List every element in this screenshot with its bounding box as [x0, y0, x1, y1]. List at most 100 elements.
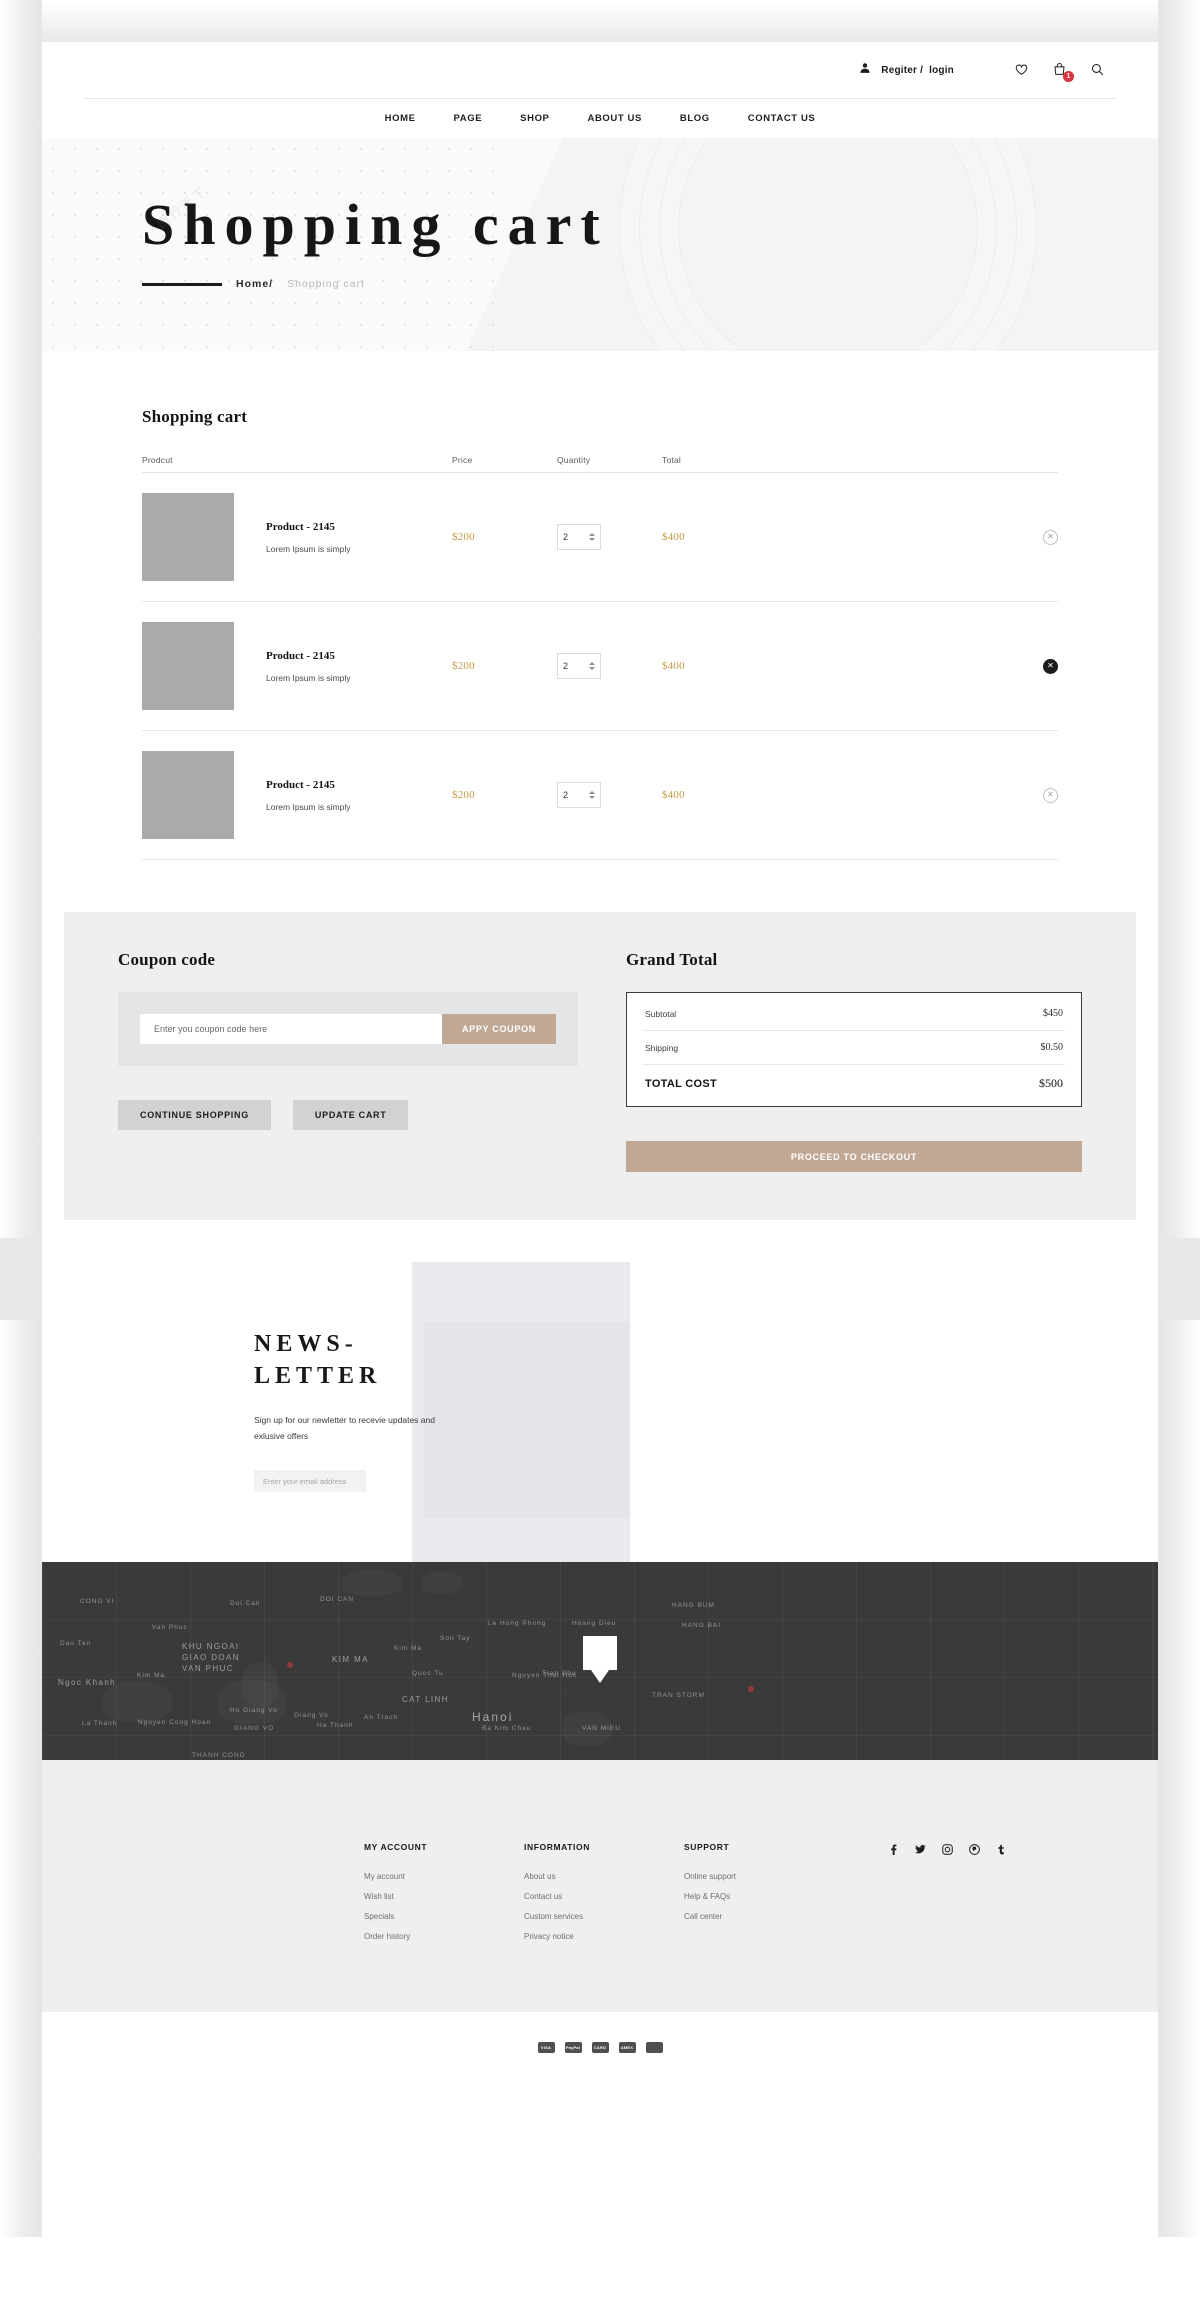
product-total: $400	[662, 531, 685, 543]
twitter-icon[interactable]	[915, 1844, 926, 1855]
table-row: Product - 2145 Lorem Ipsum is simply $20…	[142, 602, 1058, 731]
cart-table-header: Prodcut Price Quantity Total	[142, 441, 1058, 473]
remove-cell: ✕	[767, 658, 1058, 674]
payment-methods-bar: VISA PayPal CARD AMEX	[42, 2012, 1158, 2082]
map-label: VAN MIEU	[582, 1725, 621, 1732]
newsletter-section: NEWS- LETTER Sign up for our newletter t…	[42, 1262, 1158, 1562]
map-label: GIANG VO	[234, 1725, 275, 1732]
quantity-stepper[interactable]: 2	[557, 524, 601, 550]
page-title: Shopping cart	[142, 192, 609, 257]
nav-item-home[interactable]: HOME	[385, 113, 416, 124]
shopping-bag-icon[interactable]: 1	[1052, 62, 1074, 82]
coupon-form: APPY COUPON	[118, 992, 578, 1066]
map-label: VAN PHUC	[182, 1664, 234, 1673]
main-nav: HOME PAGE SHOP ABOUT US BLOG CONTACT US	[84, 98, 1116, 138]
product-price: $200	[452, 531, 475, 543]
account-link[interactable]: Regiter / login	[859, 62, 954, 78]
remove-circle-icon[interactable]: ✕	[1043, 658, 1058, 674]
instagram-icon[interactable]	[942, 1844, 953, 1855]
map-label: Doi Can	[230, 1600, 261, 1607]
newsletter-email-input[interactable]	[254, 1470, 366, 1493]
chevron-up-icon[interactable]	[589, 791, 595, 794]
map-label: HANG BAI	[682, 1622, 722, 1629]
continue-shopping-button[interactable]: CONTINUE SHOPPING	[118, 1100, 271, 1130]
footer-link-custom-services[interactable]: Custom services	[524, 1912, 608, 1921]
quantity-stepper[interactable]: 2	[557, 653, 601, 679]
footer-link-order-history[interactable]: Order history	[364, 1932, 448, 1941]
breadcrumb-home[interactable]: Home/	[236, 278, 273, 290]
product-thumbnail[interactable]	[142, 622, 234, 710]
breadcrumb-current: Shopping cart	[287, 278, 365, 290]
footer-link-privacy-notice[interactable]: Privacy notice	[524, 1932, 608, 1941]
nav-item-contact-us[interactable]: CONTACT US	[748, 113, 816, 124]
site-page: Regiter / login 1 HOME PAGE SHOP ABOUT U…	[42, 42, 1158, 2279]
shipping-label: Shipping	[645, 1042, 679, 1053]
map-label: Son Tay	[440, 1635, 471, 1642]
product-thumbnail[interactable]	[142, 493, 234, 581]
breadcrumb: Home/ Shopping cart	[142, 278, 1158, 290]
footer-columns: MY ACCOUNT My account Wish list Specials…	[42, 1760, 1158, 1952]
heart-icon[interactable]	[1014, 62, 1030, 78]
product-thumbnail[interactable]	[142, 751, 234, 839]
coupon-input[interactable]	[140, 1014, 442, 1044]
proceed-to-checkout-button[interactable]: PROCEED TO CHECKOUT	[626, 1141, 1082, 1172]
pinterest-icon[interactable]	[969, 1844, 980, 1855]
user-icon	[859, 62, 875, 78]
tumblr-icon[interactable]	[996, 1844, 1007, 1855]
footer-link-specials[interactable]: Specials	[364, 1912, 448, 1921]
location-map[interactable]: CONG VI DOI CAN Doi Can Dao Tan Van Phuc KHU …	[42, 1562, 1158, 1760]
nav-item-blog[interactable]: BLOG	[680, 113, 710, 124]
cart-count-badge: 1	[1063, 71, 1074, 82]
quantity-spinner[interactable]	[589, 533, 595, 541]
chevron-up-icon[interactable]	[589, 533, 595, 536]
map-label: GIAO DOAN	[182, 1653, 240, 1662]
footer-link-online-support[interactable]: Online support	[684, 1872, 768, 1881]
login-label[interactable]: login	[929, 65, 954, 76]
breadcrumb-rule	[142, 282, 222, 286]
coupon-title: Coupon code	[118, 950, 216, 969]
remove-circle-icon[interactable]: ✕	[1043, 529, 1058, 545]
newsletter-description: Sign up for our newletter to recevie upd…	[254, 1414, 435, 1441]
quantity-spinner[interactable]	[589, 791, 595, 799]
product-name[interactable]: Product - 2145	[266, 521, 452, 533]
nav-item-shop[interactable]: SHOP	[520, 113, 549, 124]
location-pin-icon	[583, 1636, 617, 1670]
facebook-icon[interactable]	[888, 1844, 899, 1855]
column-header-price: Price	[452, 455, 473, 465]
footer-link-my-account[interactable]: My account	[364, 1872, 448, 1881]
footer-link-call-center[interactable]: Call center	[684, 1912, 768, 1921]
quantity-stepper[interactable]: 2	[557, 782, 601, 808]
newsletter-title-line2: LETTER	[254, 1363, 382, 1390]
product-name[interactable]: Product - 2145	[266, 650, 452, 662]
footer-link-help-faqs[interactable]: Help & FAQs	[684, 1892, 768, 1901]
payment-icon-visa: VISA	[537, 2041, 555, 2053]
update-cart-button[interactable]: UPDATE CART	[292, 1100, 409, 1130]
product-total: $400	[662, 789, 685, 801]
apply-coupon-button[interactable]: APPY COUPON	[441, 1014, 556, 1044]
product-description: Lorem Ipsum is simply	[266, 801, 351, 812]
quantity-spinner[interactable]	[589, 662, 595, 670]
chevron-down-icon[interactable]	[589, 796, 595, 799]
footer-link-about-us[interactable]: About us	[524, 1872, 608, 1881]
quantity-cell: 2	[557, 782, 662, 808]
remove-circle-icon[interactable]: ✕	[1043, 787, 1058, 803]
map-label: Kim Ma	[394, 1645, 423, 1652]
footer-link-wish-list[interactable]: Wish list	[364, 1892, 448, 1901]
quantity-value: 2	[563, 790, 569, 800]
chevron-down-icon[interactable]	[589, 538, 595, 541]
chevron-down-icon[interactable]	[589, 667, 595, 670]
social-links	[888, 1842, 1007, 1952]
map-label: CONG VI	[80, 1598, 115, 1605]
chevron-up-icon[interactable]	[589, 662, 595, 665]
product-price: $200	[452, 660, 475, 672]
map-label: An Trach	[364, 1714, 399, 1721]
nav-item-about-us[interactable]: ABOUT US	[588, 113, 642, 124]
product-name[interactable]: Product - 2145	[266, 779, 452, 791]
total-line-grand: TOTAL COST $500	[643, 1065, 1065, 1102]
map-label: Ha Thanh	[317, 1722, 354, 1729]
nav-item-page[interactable]: PAGE	[454, 113, 483, 124]
quantity-cell: 2	[557, 653, 662, 679]
footer-link-contact-us[interactable]: Contact us	[524, 1892, 608, 1901]
search-icon[interactable]	[1090, 62, 1106, 78]
cart-section-title: Shopping cart	[142, 407, 248, 426]
